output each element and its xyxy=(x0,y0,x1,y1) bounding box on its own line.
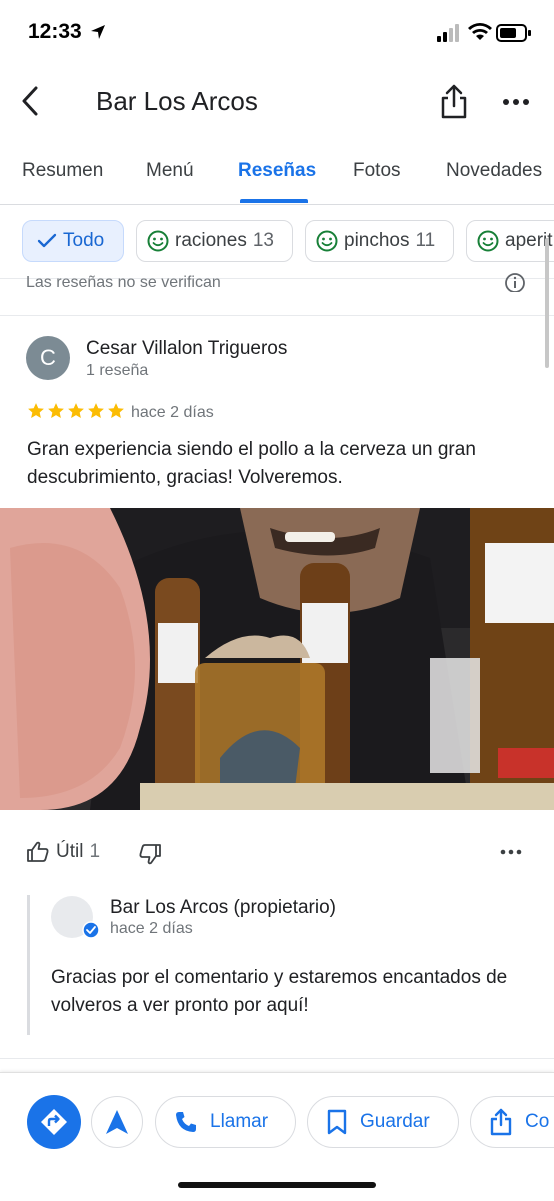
status-time: 12:33 xyxy=(28,20,82,43)
chip-count: 11 xyxy=(415,230,436,251)
chip-count: 13 xyxy=(252,230,274,251)
chip-label: raciones xyxy=(175,230,247,251)
location-arrow-icon xyxy=(91,25,105,39)
chip-label: Todo xyxy=(63,230,105,251)
share-icon[interactable] xyxy=(438,84,470,120)
review-time: hace 2 días xyxy=(131,404,214,421)
save-label: Guardar xyxy=(360,1111,430,1132)
cellular-signal-icon xyxy=(437,24,459,42)
info-icon[interactable] xyxy=(504,272,526,292)
owner-reply-time: hace 2 días xyxy=(110,920,193,937)
chip-label: pinchos xyxy=(344,230,410,251)
smiley-icon xyxy=(477,230,499,252)
wifi-icon xyxy=(468,23,492,40)
smiley-icon xyxy=(316,230,338,252)
review-more-icon[interactable] xyxy=(498,842,524,862)
unverified-notice: Las reseñas no se verifican xyxy=(26,274,221,288)
owner-name: Bar Los Arcos (propietario) xyxy=(110,897,336,918)
review-text: Gran experiencia siendo el pollo a la ce… xyxy=(27,439,476,488)
thumbs-down-icon[interactable] xyxy=(138,842,162,866)
tab-bar: Resumen Menú Reseñas Fotos Novedades xyxy=(0,150,554,205)
scrollbar[interactable] xyxy=(545,238,549,368)
share-label: Co xyxy=(525,1111,550,1132)
thumbs-up-icon xyxy=(27,841,49,862)
place-title: Bar Los Arcos xyxy=(96,86,258,116)
tab-fotos[interactable]: Fotos xyxy=(353,160,401,182)
tab-menu[interactable]: Menú xyxy=(146,160,194,182)
star-icon xyxy=(48,403,64,418)
home-indicator[interactable] xyxy=(178,1182,376,1188)
reviewer-avatar[interactable]: C xyxy=(26,336,70,380)
review-photo[interactable] xyxy=(0,508,554,810)
star-icon xyxy=(28,403,44,418)
start-navigation-button[interactable] xyxy=(91,1096,143,1148)
useful-button[interactable]: Útil 1 xyxy=(26,840,100,864)
active-tab-indicator xyxy=(240,199,308,203)
chip-aperitivos[interactable]: aperit xyxy=(466,220,554,262)
battery-icon xyxy=(496,24,531,42)
star-icon xyxy=(68,403,84,418)
useful-label: Útil xyxy=(56,841,84,862)
bookmark-icon xyxy=(327,1109,347,1135)
share-icon xyxy=(490,1108,512,1136)
notice-divider xyxy=(0,315,554,316)
star-rating xyxy=(27,402,127,420)
share-place-button[interactable]: Co xyxy=(470,1096,554,1148)
check-icon xyxy=(37,233,57,248)
phone-icon xyxy=(176,1112,196,1132)
back-icon[interactable] xyxy=(14,84,48,118)
directions-icon xyxy=(41,1109,67,1135)
tab-novedades[interactable]: Novedades xyxy=(446,160,542,182)
owner-reply-text: Gracias por el comentario y estaremos en… xyxy=(51,967,508,1016)
navigation-arrow-icon xyxy=(106,1110,128,1134)
star-icon xyxy=(88,403,104,418)
useful-count: 1 xyxy=(89,841,101,862)
smiley-icon xyxy=(147,230,169,252)
chip-pinchos[interactable]: pinchos 11 xyxy=(305,220,454,262)
chip-raciones[interactable]: raciones 13 xyxy=(136,220,293,262)
star-icon xyxy=(108,403,124,418)
verified-badge-icon xyxy=(82,921,100,939)
tab-resumen[interactable]: Resumen xyxy=(22,160,103,182)
chip-todo[interactable]: Todo xyxy=(22,220,124,262)
directions-button[interactable] xyxy=(27,1095,81,1149)
call-button[interactable]: Llamar xyxy=(155,1096,296,1148)
review-divider xyxy=(0,1058,554,1059)
tab-resenas[interactable]: Reseñas xyxy=(238,160,316,182)
reviewer-review-count: 1 reseña xyxy=(86,362,149,379)
reply-indent-bar xyxy=(27,895,30,1035)
reviewer-name[interactable]: Cesar Villalon Trigueros xyxy=(86,338,287,360)
save-button[interactable]: Guardar xyxy=(307,1096,459,1148)
more-options-icon[interactable] xyxy=(500,88,532,116)
call-label: Llamar xyxy=(210,1111,269,1132)
